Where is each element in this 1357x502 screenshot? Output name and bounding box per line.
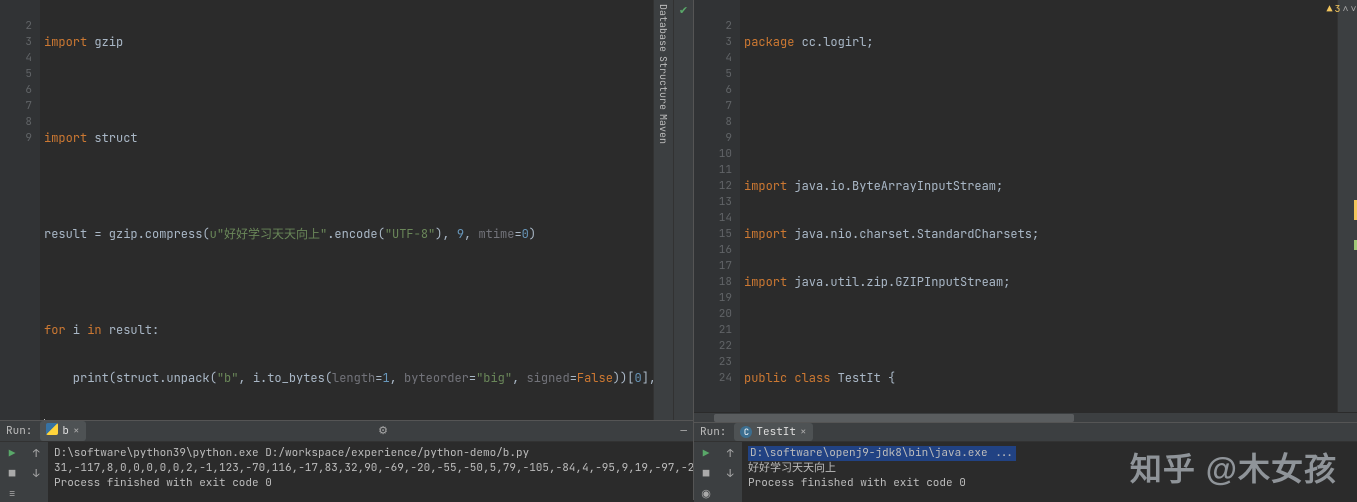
- right-gutter: 234567▶89▶101112131415161718192021222324: [694, 0, 740, 412]
- run-tools: ▶ ■ ◉: [694, 442, 718, 502]
- scrollbar-thumb[interactable]: [714, 414, 1074, 422]
- run-label: Run:: [700, 425, 726, 439]
- right-console[interactable]: D:\software\openj9-jdk8\bin\java.exe ...…: [742, 442, 1357, 502]
- run-tab-testit[interactable]: TestIt ×: [734, 423, 812, 441]
- h-scrollbar[interactable]: [694, 412, 1357, 422]
- left-run-panel: Run: b × ⚙ — ▶ ■ ≡ ↑ ↓ D:\software\pytho…: [0, 420, 693, 500]
- class-icon: [740, 425, 752, 439]
- run-label: Run:: [6, 424, 32, 438]
- stop-icon[interactable]: ■: [4, 466, 20, 482]
- left-editor[interactable]: import gzip import struct result = gzip.…: [40, 0, 693, 420]
- right-status-bar: ▲3 ˄ ˅ ⋮: [1337, 0, 1357, 412]
- check-icon: ✔: [679, 4, 688, 18]
- warning-icon[interactable]: ▲: [1326, 2, 1332, 16]
- left-console[interactable]: D:\software\python39\python.exe D:/works…: [48, 442, 693, 502]
- sub-tools: ↑ ↓: [24, 442, 48, 502]
- structure-tab[interactable]: Structure: [657, 56, 670, 110]
- right-editor[interactable]: package cc.logirl; import java.io.ByteAr…: [740, 0, 1357, 412]
- run-tools: ▶ ■ ≡: [0, 442, 24, 502]
- run-tab-b[interactable]: b ×: [40, 421, 85, 441]
- gear-icon[interactable]: ⚙: [378, 424, 388, 438]
- database-tab[interactable]: Database: [657, 4, 670, 52]
- down-icon[interactable]: ↓: [28, 466, 44, 482]
- stop-icon[interactable]: ■: [698, 466, 714, 482]
- next-icon[interactable]: ˅: [1351, 2, 1357, 16]
- python-icon: [46, 423, 58, 439]
- rerun-icon[interactable]: ▶: [4, 446, 20, 462]
- close-icon[interactable]: ×: [800, 425, 807, 439]
- left-gutter: 2 3 4 5 6 7 8 9: [0, 0, 40, 420]
- right-run-panel: Run: TestIt × ▶ ■ ◉ ↑ ↓ D:\software\open…: [694, 422, 1357, 500]
- left-status-bar: ✔: [673, 0, 693, 420]
- left-tools[interactable]: Database Structure Maven: [653, 0, 673, 420]
- rerun-icon[interactable]: ▶: [698, 446, 714, 462]
- close-icon[interactable]: ×: [73, 424, 80, 438]
- sub-tools: ↑ ↓: [718, 442, 742, 502]
- minimize-icon[interactable]: —: [680, 424, 687, 438]
- down-icon[interactable]: ↓: [722, 466, 738, 482]
- up-icon[interactable]: ↑: [28, 446, 44, 462]
- up-icon[interactable]: ↑: [722, 446, 738, 462]
- maven-tab[interactable]: Maven: [657, 114, 670, 144]
- prev-icon[interactable]: ˄: [1342, 2, 1348, 16]
